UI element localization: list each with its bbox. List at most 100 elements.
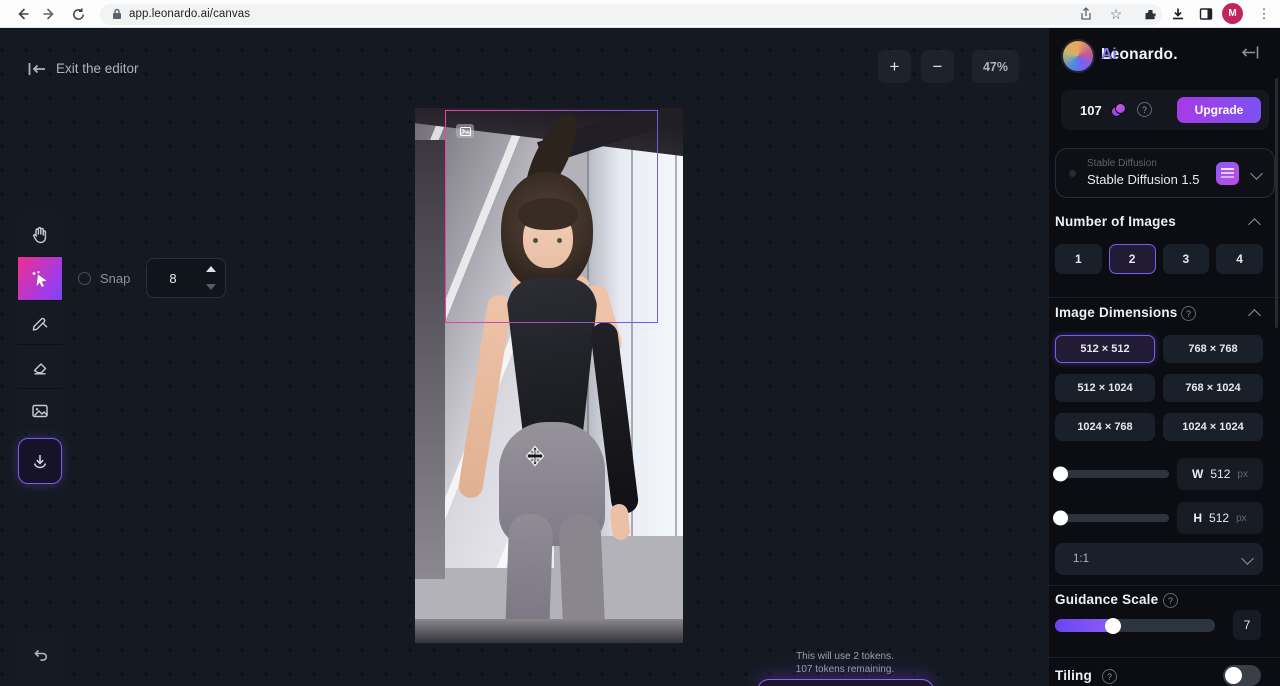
undo-icon [31, 647, 49, 663]
height-unit: px [1236, 513, 1247, 524]
guidance-scale-thumb[interactable] [1105, 618, 1121, 634]
address-bar[interactable]: app.leonardo.ai/canvas [100, 4, 1162, 25]
browser-profile-avatar[interactable]: M [1222, 3, 1243, 24]
browser-reload-icon[interactable] [68, 4, 88, 24]
hand-icon [30, 225, 50, 245]
width-slider-thumb[interactable] [1053, 467, 1068, 482]
pan-tool-button[interactable] [18, 213, 62, 257]
height-slider-thumb[interactable] [1053, 511, 1068, 526]
tiling-toggle[interactable] [1223, 665, 1261, 686]
select-tool-button[interactable] [18, 257, 62, 301]
height-slider-row: H 512 px [1055, 502, 1263, 534]
guidance-scale-title: Guidance Scale [1055, 592, 1158, 607]
undo-button[interactable] [18, 633, 62, 677]
width-slider[interactable] [1055, 470, 1169, 478]
tiling-title: Tiling [1055, 668, 1092, 683]
number-of-images-collapse-icon[interactable] [1248, 218, 1261, 231]
browser-bar: app.leonardo.ai/canvas ☆ M ⋮ [0, 0, 1280, 28]
aspect-ratio-select[interactable]: 1:1 [1055, 543, 1263, 575]
num-images-option-2[interactable]: 2 [1109, 244, 1156, 274]
zoom-out-button[interactable]: − [921, 50, 954, 83]
download-tool-button[interactable] [18, 438, 62, 484]
generate-button-partial[interactable] [757, 679, 934, 686]
download-icon [30, 451, 50, 471]
exit-editor-label: Exit the editor [56, 61, 139, 76]
zoom-level-indicator[interactable]: 47% [972, 50, 1019, 83]
snap-step-up-icon[interactable] [206, 266, 216, 272]
number-of-images-title: Number of Images [1055, 214, 1176, 229]
leonardo-logo-avatar [1061, 39, 1095, 73]
zoom-in-button[interactable]: + [878, 50, 911, 83]
dimension-option-1024x1024[interactable]: 1024 × 1024 [1163, 413, 1263, 441]
browser-menu-icon[interactable]: ⋮ [1254, 4, 1274, 24]
move-cursor-icon [524, 445, 546, 467]
lock-icon [112, 8, 122, 20]
height-value-box[interactable]: H 512 px [1177, 502, 1263, 534]
sketch-tool-button[interactable] [18, 301, 62, 345]
model-selector-label: Stable Diffusion [1087, 158, 1157, 169]
height-slider[interactable] [1055, 514, 1169, 522]
magic-cursor-icon [30, 269, 50, 289]
image-icon [30, 401, 50, 421]
width-value-box[interactable]: W 512 px [1177, 458, 1263, 490]
leonardo-canvas-app: app.leonardo.ai/canvas ☆ M ⋮ Exit the ed… [0, 0, 1280, 686]
eraser-tool-button[interactable] [18, 345, 62, 389]
section-divider [1049, 657, 1280, 658]
token-usage-line1: This will use 2 tokens. [759, 650, 931, 663]
model-selector[interactable]: Stable Diffusion Stable Diffusion 1.5 [1055, 148, 1275, 198]
model-thumbnail-icon [1216, 162, 1239, 185]
snap-value: 8 [169, 271, 176, 286]
width-value: 512 [1210, 467, 1230, 481]
dimension-option-768x1024[interactable]: 768 × 1024 [1163, 374, 1263, 402]
selection-image-badge-icon [456, 124, 474, 138]
image-dimensions-collapse-icon[interactable] [1248, 309, 1261, 322]
downloads-icon[interactable] [1168, 4, 1188, 24]
section-divider [1049, 297, 1280, 298]
guidance-scale-slider[interactable] [1055, 619, 1215, 632]
token-help-icon[interactable]: ? [1137, 102, 1152, 117]
image-dimensions-title: Image Dimensions [1055, 305, 1178, 320]
bookmark-star-icon[interactable]: ☆ [1106, 4, 1126, 24]
height-value: 512 [1209, 511, 1229, 525]
token-usage-line2: 107 tokens remaining. [759, 663, 931, 676]
extensions-icon[interactable] [1140, 4, 1160, 24]
sidebar-scrollbar[interactable] [1275, 78, 1278, 328]
width-label: W [1192, 467, 1203, 481]
browser-back-icon[interactable] [12, 4, 32, 24]
sidepanel-icon[interactable] [1196, 4, 1216, 24]
num-images-option-1[interactable]: 1 [1055, 244, 1102, 274]
eraser-icon [30, 357, 50, 377]
snap-step-down-icon[interactable] [206, 284, 216, 290]
snap-value-input[interactable]: 8 [146, 258, 226, 298]
aspect-ratio-value: 1:1 [1073, 553, 1089, 565]
brand-suffix: Ai [1101, 46, 1117, 64]
coins-icon [1111, 103, 1126, 118]
dimension-option-512x512[interactable]: 512 × 512 [1055, 335, 1155, 363]
snap-toggle[interactable] [78, 272, 91, 285]
exit-editor-button[interactable]: Exit the editor [28, 61, 139, 76]
dimension-option-512x1024[interactable]: 512 × 1024 [1055, 374, 1155, 402]
image-dimensions-options: 512 × 512 768 × 768 512 × 1024 768 × 102… [1055, 335, 1263, 441]
model-chevron-down-icon[interactable] [1250, 167, 1263, 180]
num-images-option-3[interactable]: 3 [1163, 244, 1210, 274]
selection-rectangle[interactable] [445, 110, 658, 323]
brush-icon [30, 313, 50, 333]
height-label: H [1193, 511, 1202, 525]
token-balance-box: 107 ? Upgrade [1061, 90, 1269, 130]
share-icon[interactable] [1076, 4, 1096, 24]
image-tool-button[interactable] [18, 389, 62, 433]
guidance-scale-help-icon[interactable]: ? [1163, 593, 1178, 608]
browser-forward-icon[interactable] [40, 4, 60, 24]
tiling-help-icon[interactable]: ? [1102, 669, 1117, 684]
url-text: app.leonardo.ai/canvas [129, 8, 250, 20]
model-drag-dot [1069, 170, 1076, 177]
dimension-option-1024x768[interactable]: 1024 × 768 [1055, 413, 1155, 441]
upgrade-button[interactable]: Upgrade [1177, 97, 1261, 123]
number-of-images-options: 1 2 3 4 [1055, 244, 1263, 274]
num-images-option-4[interactable]: 4 [1216, 244, 1263, 274]
canvas-workspace[interactable]: Exit the editor + − 47% [0, 28, 1280, 686]
dimension-option-768x768[interactable]: 768 × 768 [1163, 335, 1263, 363]
model-selector-value: Stable Diffusion 1.5 [1087, 172, 1200, 187]
width-unit: px [1237, 469, 1248, 480]
image-dimensions-help-icon[interactable]: ? [1181, 306, 1196, 321]
